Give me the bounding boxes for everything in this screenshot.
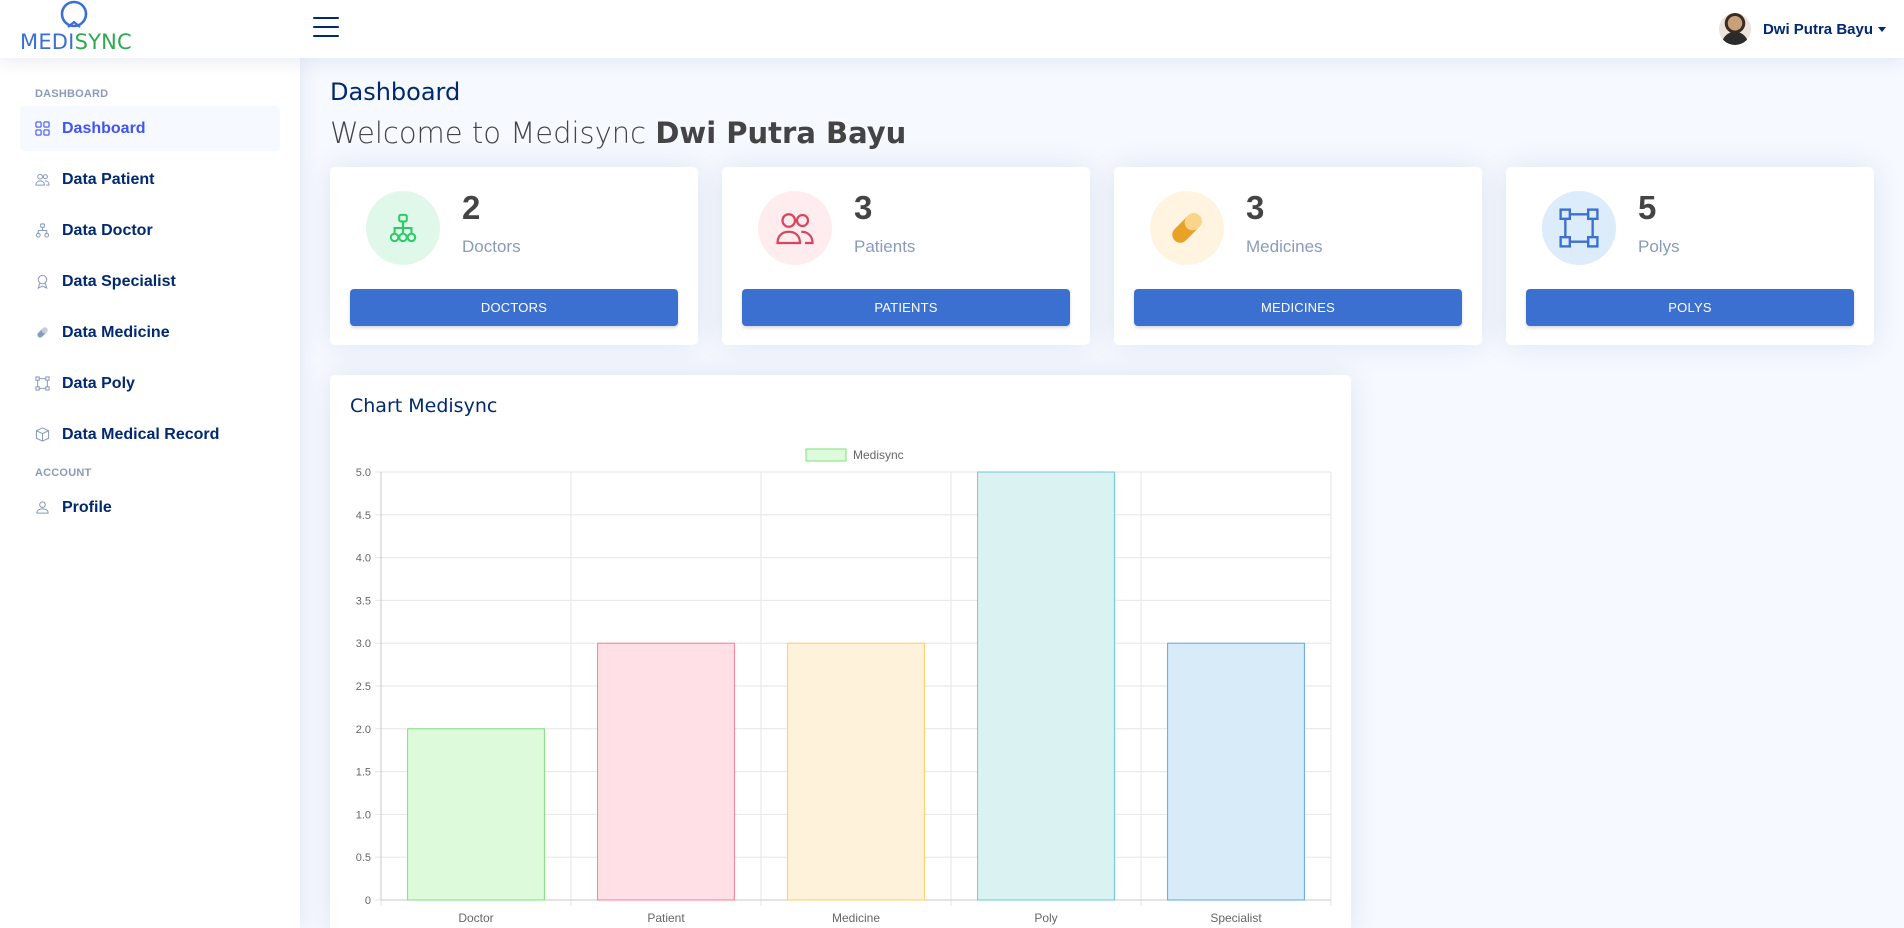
patients-button[interactable]: PATIENTS xyxy=(742,289,1070,326)
sidebar-item-label: Data Patient xyxy=(62,170,155,188)
sidebar: DASHBOARD Dashboard Data Patient Data Do… xyxy=(0,58,300,928)
logo-text-part1: MEDI xyxy=(20,30,75,54)
doctors-button[interactable]: DOCTORS xyxy=(350,289,678,326)
stat-value: 2 xyxy=(462,189,481,226)
stat-card-doctors: 2 Doctors DOCTORS xyxy=(330,167,698,345)
stat-card-medicines: 3 Medicines MEDICINES xyxy=(1114,167,1482,345)
sidebar-item-data-patient[interactable]: Data Patient xyxy=(20,157,280,202)
chart-bar-patient xyxy=(597,642,735,901)
stat-label: Patients xyxy=(854,237,916,256)
sidebar-item-label: Dashboard xyxy=(62,119,146,137)
chart-bar-specialist xyxy=(1167,642,1305,901)
sidebar-item-dashboard[interactable]: Dashboard xyxy=(20,106,280,151)
welcome-name: Dwi Putra Bayu xyxy=(655,116,907,150)
user-menu[interactable]: Dwi Putra Bayu xyxy=(1718,13,1886,45)
legend-label: Medisync xyxy=(853,448,904,462)
stat-icon-circle xyxy=(758,191,832,265)
logo[interactable]: MEDISYNC xyxy=(20,0,132,56)
sidebar-item-label: Data Doctor xyxy=(62,221,153,239)
sidebar-item-data-medical-record[interactable]: Data Medical Record xyxy=(20,412,280,457)
stat-label: Doctors xyxy=(462,237,521,256)
diagram-icon xyxy=(389,213,417,243)
y-tick-label: 2.0 xyxy=(356,724,371,736)
sidebar-heading-dashboard: DASHBOARD xyxy=(35,88,109,100)
sidebar-item-label: Data Medicine xyxy=(62,323,170,341)
stat-value: 3 xyxy=(1246,189,1265,226)
y-tick-label: 4.0 xyxy=(356,553,371,565)
people-icon xyxy=(35,173,50,186)
stat-value: 3 xyxy=(854,189,873,226)
chart-bar-doctor xyxy=(407,728,545,901)
page-title: Dashboard xyxy=(330,78,461,106)
stat-icon-circle xyxy=(1542,191,1616,265)
grid-icon xyxy=(35,121,50,136)
top-header: MEDISYNC Dwi Putra Bayu xyxy=(0,0,1904,58)
sidebar-item-profile[interactable]: Profile xyxy=(20,485,280,530)
sidebar-heading-account: ACCOUNT xyxy=(35,467,92,479)
stat-label: Medicines xyxy=(1246,237,1323,256)
chart-bar-medicine xyxy=(787,642,925,901)
x-tick-label: Medicine xyxy=(832,911,880,925)
y-tick-label: 3.0 xyxy=(356,638,371,650)
y-tick-label: 0 xyxy=(365,895,371,907)
avatar[interactable] xyxy=(1718,13,1751,45)
award-icon xyxy=(37,274,48,289)
chart-card: Chart Medisync 0 0.5 1.0 1.5 2.0 2.5 3.0 3.5 4.0… xyxy=(330,375,1351,928)
box-icon xyxy=(35,427,50,442)
y-tick-label: 1.0 xyxy=(356,809,371,821)
welcome-text: Welcome to Medisync Dwi Putra Bayu xyxy=(330,116,906,150)
sidebar-item-label: Data Poly xyxy=(62,374,135,392)
bounding-box-icon xyxy=(1559,208,1599,248)
capsule-icon xyxy=(1172,213,1202,243)
logo-text-part2: SYNC xyxy=(74,30,132,54)
polys-button[interactable]: POLYS xyxy=(1526,289,1854,326)
x-tick-label: Specialist xyxy=(1210,911,1262,925)
logo-text: MEDISYNC xyxy=(20,30,132,54)
y-tick-label: 1.5 xyxy=(356,767,371,779)
stat-icon-circle xyxy=(366,191,440,265)
stat-label: Polys xyxy=(1638,237,1680,256)
menu-toggle-icon[interactable] xyxy=(313,17,339,39)
y-tick-label: 3.5 xyxy=(356,595,371,607)
sidebar-item-data-specialist[interactable]: Data Specialist xyxy=(20,259,280,304)
sidebar-item-label: Data Medical Record xyxy=(62,425,220,443)
sidebar-item-data-doctor[interactable]: Data Doctor xyxy=(20,208,280,253)
stat-card-polys: 5 Polys POLYS xyxy=(1506,167,1874,345)
chart-bar-poly xyxy=(977,471,1115,901)
x-tick-label: Doctor xyxy=(458,911,493,925)
sidebar-item-label: Profile xyxy=(62,498,112,516)
stat-icon-circle xyxy=(1150,191,1224,265)
x-tick-label: Poly xyxy=(1034,911,1057,925)
capsule-icon xyxy=(37,327,48,338)
stat-card-patients: 3 Patients PATIENTS xyxy=(722,167,1090,345)
caret-down-icon[interactable] xyxy=(1878,26,1886,32)
bar-chart: 0 0.5 1.0 1.5 2.0 2.5 3.0 3.5 4.0 4.5 5.0 Doctor Pat… xyxy=(356,448,1332,925)
diagram-icon xyxy=(35,223,50,238)
legend-swatch xyxy=(805,448,847,462)
bounding-box-icon xyxy=(35,376,50,391)
stat-value: 5 xyxy=(1638,189,1657,226)
y-tick-label: 0.5 xyxy=(356,852,371,864)
y-tick-label: 5.0 xyxy=(356,467,371,479)
sidebar-item-data-medicine[interactable]: Data Medicine xyxy=(20,310,280,355)
person-icon xyxy=(36,501,49,514)
sidebar-item-data-poly[interactable]: Data Poly xyxy=(20,361,280,406)
welcome-prefix: Welcome to Medisync xyxy=(330,116,647,150)
logo-ring-icon xyxy=(60,0,88,28)
medicines-button[interactable]: MEDICINES xyxy=(1134,289,1462,326)
x-tick-label: Patient xyxy=(647,911,685,925)
user-name[interactable]: Dwi Putra Bayu xyxy=(1763,21,1873,38)
y-tick-label: 4.5 xyxy=(356,510,371,522)
sidebar-item-label: Data Specialist xyxy=(62,272,176,290)
y-tick-label: 2.5 xyxy=(356,681,371,693)
people-icon xyxy=(776,213,814,245)
